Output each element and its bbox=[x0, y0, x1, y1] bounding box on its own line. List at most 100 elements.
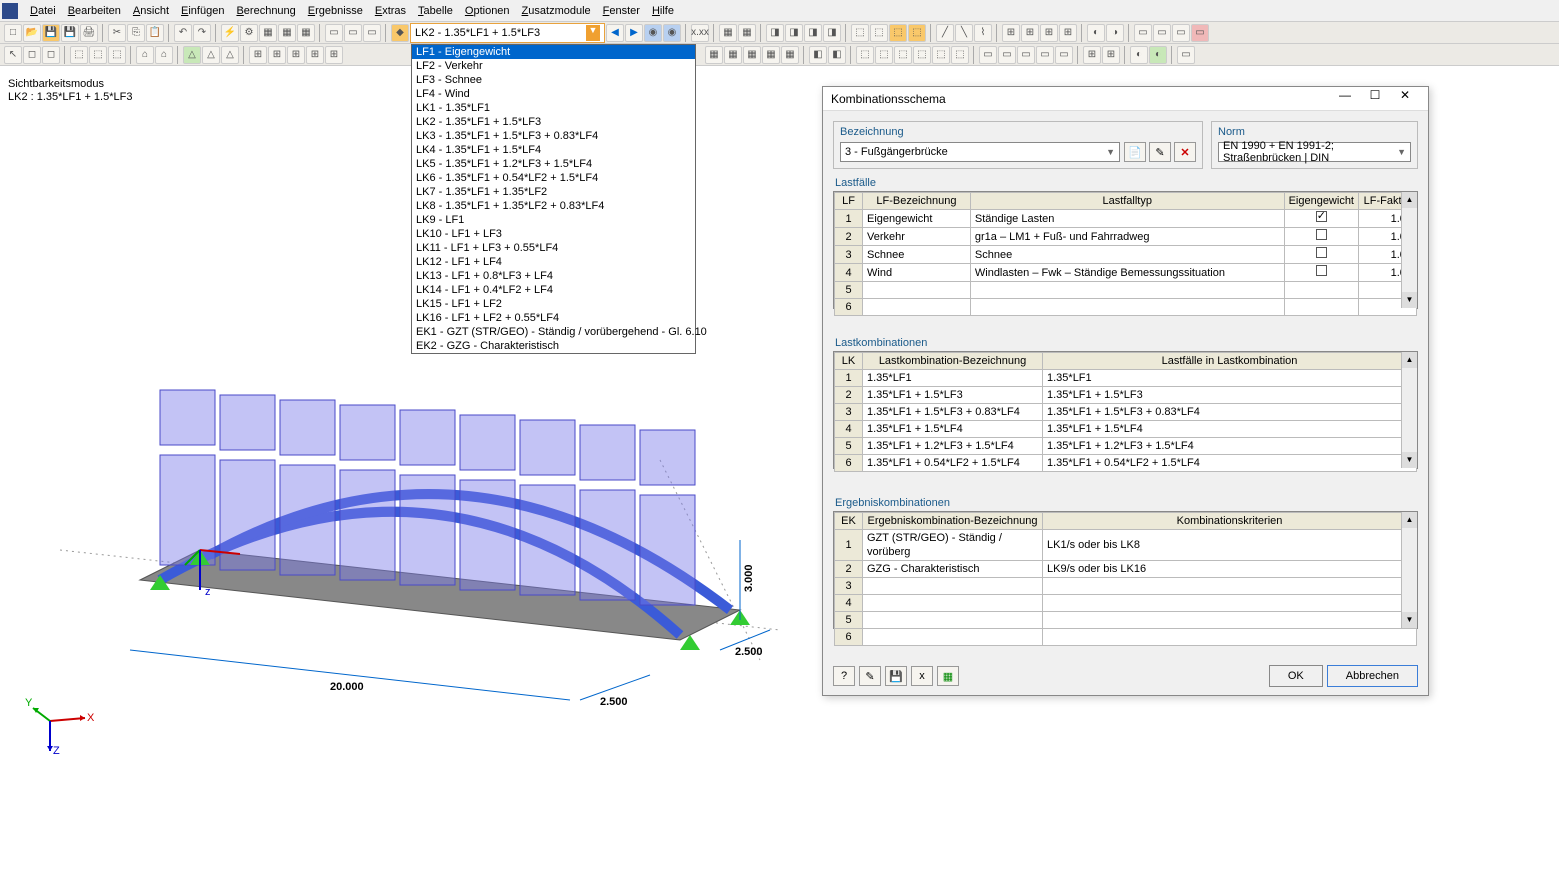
tool-icon[interactable]: ╲ bbox=[955, 24, 973, 42]
menu-hilfe[interactable]: Hilfe bbox=[646, 3, 680, 19]
rename-scheme-icon[interactable]: ✎ bbox=[1149, 142, 1171, 162]
edit-icon[interactable]: ✎ bbox=[859, 666, 881, 686]
tool-icon[interactable]: ⬚ bbox=[108, 46, 126, 64]
table-row[interactable]: 11.35*LF11.35*LF1 bbox=[835, 370, 1417, 387]
tool-icon[interactable]: ◨ bbox=[766, 24, 784, 42]
loadcase-option[interactable]: LK1 - 1.35*LF1 bbox=[412, 101, 695, 115]
tool-icon[interactable]: △ bbox=[221, 46, 239, 64]
tool-icon[interactable]: ⊞ bbox=[1083, 46, 1101, 64]
save-as-icon[interactable]: 💾 bbox=[61, 24, 79, 42]
menu-datei[interactable]: Datei bbox=[24, 3, 62, 19]
tool-icon[interactable]: ⊞ bbox=[268, 46, 286, 64]
scrollbar[interactable]: ▲▼ bbox=[1401, 512, 1417, 628]
table-row[interactable]: 31.35*LF1 + 1.5*LF3 + 0.83*LF41.35*LF1 +… bbox=[835, 404, 1417, 421]
tool-icon[interactable]: ◐ bbox=[1087, 24, 1105, 42]
menu-ansicht[interactable]: Ansicht bbox=[127, 3, 175, 19]
loadcase-option[interactable]: LK3 - 1.35*LF1 + 1.5*LF3 + 0.83*LF4 bbox=[412, 129, 695, 143]
tool-icon[interactable]: ◨ bbox=[823, 24, 841, 42]
tool-icon[interactable]: ◨ bbox=[785, 24, 803, 42]
cancel-button[interactable]: Abbrechen bbox=[1327, 665, 1418, 687]
table-row[interactable]: 1GZT (STR/GEO) - Ständig / vorübergLK1/s… bbox=[835, 530, 1417, 561]
help-icon[interactable]: ? bbox=[833, 666, 855, 686]
loadcase-option[interactable]: LK16 - LF1 + LF2 + 0.55*LF4 bbox=[412, 311, 695, 325]
tool-icon[interactable]: ▭ bbox=[1153, 24, 1171, 42]
table-row[interactable]: 61.35*LF1 + 0.54*LF2 + 1.5*LF41.35*LF1 +… bbox=[835, 455, 1417, 472]
bezeichnung-select[interactable]: 3 - Fußgängerbrücke ▼ bbox=[840, 142, 1120, 162]
minimize-icon[interactable]: — bbox=[1330, 88, 1360, 110]
tool-icon[interactable]: ▭ bbox=[1172, 24, 1190, 42]
tool-icon[interactable]: ◧ bbox=[828, 46, 846, 64]
tool-icon[interactable]: ⊞ bbox=[1102, 46, 1120, 64]
tool-icon[interactable]: ▭ bbox=[1017, 46, 1035, 64]
new-icon[interactable]: □ bbox=[4, 24, 22, 42]
loadcase-option[interactable]: LK4 - 1.35*LF1 + 1.5*LF4 bbox=[412, 143, 695, 157]
open-icon[interactable]: 📂 bbox=[23, 24, 41, 42]
tool-icon[interactable]: ⊞ bbox=[1059, 24, 1077, 42]
tool-icon[interactable]: ▭ bbox=[1036, 46, 1054, 64]
tool-icon[interactable]: ⊞ bbox=[249, 46, 267, 64]
menu-optionen[interactable]: Optionen bbox=[459, 3, 516, 19]
tool-icon[interactable]: ╱ bbox=[936, 24, 954, 42]
tool-icon[interactable]: ◨ bbox=[804, 24, 822, 42]
tool-icon[interactable]: ⚡ bbox=[221, 24, 239, 42]
viewport-3d[interactable]: z 20.000 2.500 2.500 3.000 bbox=[40, 340, 800, 740]
tool-icon[interactable]: ⌇ bbox=[974, 24, 992, 42]
table-row[interactable]: 1EigengewichtStändige Lasten1.00 bbox=[835, 210, 1417, 228]
undo-icon[interactable]: ↶ bbox=[174, 24, 192, 42]
menu-bearbeiten[interactable]: Bearbeiten bbox=[62, 3, 127, 19]
tool-icon[interactable]: ▦ bbox=[705, 46, 723, 64]
tool-icon[interactable]: ◐ bbox=[1130, 46, 1148, 64]
tool-icon[interactable]: △ bbox=[202, 46, 220, 64]
result-icon[interactable]: ◉ bbox=[644, 24, 662, 42]
tool-icon[interactable]: ◻ bbox=[23, 46, 41, 64]
prev-icon[interactable]: ◀ bbox=[606, 24, 624, 42]
table-row[interactable]: 51.35*LF1 + 1.2*LF3 + 1.5*LF41.35*LF1 + … bbox=[835, 438, 1417, 455]
loadcase-option[interactable]: LF2 - Verkehr bbox=[412, 59, 695, 73]
loadcase-option[interactable]: LF1 - Eigengewicht bbox=[412, 45, 695, 59]
table-row[interactable]: 2Verkehrgr1a – LM1 + Fuß- und Fahrradweg… bbox=[835, 228, 1417, 246]
table-row[interactable]: 6 bbox=[835, 629, 1417, 646]
save-icon[interactable]: 💾 bbox=[42, 24, 60, 42]
loadcase-option[interactable]: LK13 - LF1 + 0.8*LF3 + LF4 bbox=[412, 269, 695, 283]
lastfaelle-table[interactable]: LFLF-BezeichnungLastfalltypEigengewichtL… bbox=[834, 192, 1417, 316]
tool-icon[interactable]: ▦ bbox=[781, 46, 799, 64]
loadcase-option[interactable]: LK7 - 1.35*LF1 + 1.35*LF2 bbox=[412, 185, 695, 199]
table-row[interactable]: 21.35*LF1 + 1.5*LF31.35*LF1 + 1.5*LF3 bbox=[835, 387, 1417, 404]
table-row[interactable]: 2GZG - CharakteristischLK9/s oder bis LK… bbox=[835, 561, 1417, 578]
menu-tabelle[interactable]: Tabelle bbox=[412, 3, 459, 19]
table-row[interactable]: 3SchneeSchnee1.00 bbox=[835, 246, 1417, 264]
tool-icon[interactable]: ⬚ bbox=[70, 46, 88, 64]
menu-extras[interactable]: Extras bbox=[369, 3, 412, 19]
tool-icon[interactable]: ▭ bbox=[1177, 46, 1195, 64]
ergebniskombinationen-table[interactable]: EKErgebniskombination-BezeichnungKombina… bbox=[834, 512, 1417, 646]
copy-icon[interactable]: ⎘ bbox=[127, 24, 145, 42]
loadcase-option[interactable]: LK2 - 1.35*LF1 + 1.5*LF3 bbox=[412, 115, 695, 129]
loadcase-dropdown[interactable]: LF1 - EigengewichtLF2 - VerkehrLF3 - Sch… bbox=[411, 44, 696, 354]
scrollbar[interactable]: ▲▼ bbox=[1401, 192, 1417, 308]
tool-icon[interactable]: ⬚ bbox=[856, 46, 874, 64]
ok-button[interactable]: OK bbox=[1269, 665, 1323, 687]
maximize-icon[interactable]: ☐ bbox=[1360, 88, 1390, 110]
loadcase-option[interactable]: LK6 - 1.35*LF1 + 0.54*LF2 + 1.5*LF4 bbox=[412, 171, 695, 185]
tool-icon[interactable]: ⚙ bbox=[240, 24, 258, 42]
redo-icon[interactable]: ↷ bbox=[193, 24, 211, 42]
tool-icon[interactable]: ◐ bbox=[1149, 46, 1167, 64]
loadcase-option[interactable]: LK8 - 1.35*LF1 + 1.35*LF2 + 0.83*LF4 bbox=[412, 199, 695, 213]
loadcase-option[interactable]: EK2 - GZG - Charakteristisch bbox=[412, 339, 695, 353]
tool-icon[interactable]: ⊞ bbox=[287, 46, 305, 64]
table-row[interactable]: 5 bbox=[835, 282, 1417, 299]
loadcase-option[interactable]: LK14 - LF1 + 0.4*LF2 + LF4 bbox=[412, 283, 695, 297]
delete-scheme-icon[interactable]: ✕ bbox=[1174, 142, 1196, 162]
tool-icon[interactable]: ▦ bbox=[724, 46, 742, 64]
tool-icon[interactable]: ◑ bbox=[1106, 24, 1124, 42]
menu-einfügen[interactable]: Einfügen bbox=[175, 3, 230, 19]
tool-icon[interactable]: ▦ bbox=[743, 46, 761, 64]
tool-icon[interactable]: ▦ bbox=[738, 24, 756, 42]
paste-icon[interactable]: 📋 bbox=[146, 24, 164, 42]
table-row[interactable]: 4 bbox=[835, 595, 1417, 612]
tool-icon[interactable]: ⬚ bbox=[875, 46, 893, 64]
tool-icon[interactable]: ▭ bbox=[1191, 24, 1209, 42]
loadcase-option[interactable]: EK1 - GZT (STR/GEO) - Ständig / vorüberg… bbox=[412, 325, 695, 339]
new-scheme-icon[interactable]: 📄 bbox=[1124, 142, 1146, 162]
tool-icon[interactable]: ▭ bbox=[1055, 46, 1073, 64]
